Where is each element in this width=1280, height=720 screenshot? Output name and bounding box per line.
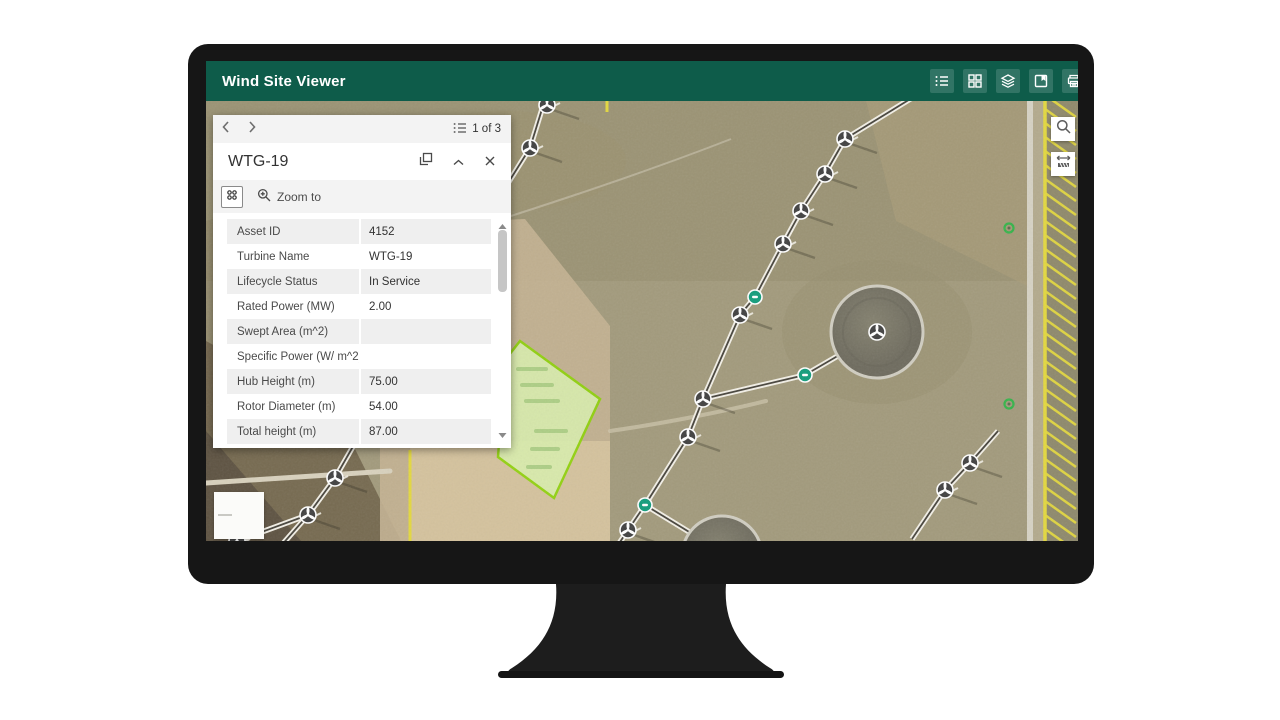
field-label: Specific Power (W/ m^2): [227, 351, 359, 363]
field-label: Asset ID: [227, 226, 359, 238]
monitor-stand: [460, 583, 820, 683]
popup-title: WTG-19: [213, 153, 288, 171]
scrollbar-thumb[interactable]: [498, 230, 507, 292]
field-value: 2.00: [359, 294, 489, 319]
search-icon: [1056, 119, 1071, 139]
field-label: Swept Area (m^2): [227, 326, 359, 338]
field-value: 87.00: [359, 419, 489, 444]
field-row: Rotor Diameter (m)54.00: [227, 394, 491, 419]
popup-titlebar: WTG-19: [213, 143, 511, 180]
attribute-table: Asset ID4152Turbine NameWTG-19Lifecycle …: [227, 219, 491, 444]
chevron-up-icon: [453, 153, 464, 171]
search-button[interactable]: [1051, 117, 1075, 141]
feature-list-icon: [453, 122, 467, 137]
print-button[interactable]: [1062, 69, 1078, 93]
field-label: Lifecycle Status: [227, 276, 359, 288]
apps-grid-button[interactable]: [963, 69, 987, 93]
layers-button[interactable]: [996, 69, 1020, 93]
field-row: Swept Area (m^2): [227, 319, 491, 344]
feature-count[interactable]: 1 of 3: [453, 122, 511, 137]
collapse-popup-button[interactable]: [449, 153, 467, 171]
field-row: Turbine NameWTG-19: [227, 244, 491, 269]
bookmark-icon: [1033, 73, 1049, 89]
close-icon: [485, 153, 495, 171]
list-icon: [934, 73, 950, 89]
zoom-to-label: Zoom to: [277, 190, 321, 204]
field-label: Total height (m): [227, 426, 359, 438]
bookmark-button[interactable]: [1029, 69, 1053, 93]
next-feature-button[interactable]: [239, 115, 265, 143]
app-header: Wind Site Viewer: [206, 61, 1078, 101]
popup-scrollbar[interactable]: [497, 217, 508, 444]
zoom-to-action[interactable]: Zoom to: [257, 188, 321, 205]
field-label: Rated Power (MW): [227, 301, 359, 313]
dock-icon: [419, 152, 433, 171]
field-row: Specific Power (W/ m^2): [227, 344, 491, 369]
field-label: Turbine Name: [227, 251, 359, 263]
zoom-to-icon: [257, 188, 271, 205]
field-row: Asset ID4152: [227, 219, 491, 244]
field-value: [359, 319, 489, 344]
feature-count-label: 1 of 3: [472, 123, 501, 135]
field-value: 75.00: [359, 369, 489, 394]
field-value: 4152: [359, 219, 489, 244]
field-value: [359, 344, 489, 369]
chevron-right-icon: [248, 120, 256, 138]
print-icon: [1066, 73, 1078, 89]
field-value: 54.00: [359, 394, 489, 419]
measure-button[interactable]: [1051, 152, 1075, 176]
measure-icon: [1056, 154, 1071, 174]
popup-body: Asset ID4152Turbine NameWTG-19Lifecycle …: [213, 213, 511, 448]
dock-popup-button[interactable]: [417, 153, 435, 171]
dot-grid-icon: [226, 188, 238, 206]
grid-icon: [967, 73, 983, 89]
close-popup-button[interactable]: [481, 153, 499, 171]
field-label: Hub Height (m): [227, 376, 359, 388]
app-screen: Wind Site Viewer: [206, 61, 1078, 541]
header-toolbar: [930, 69, 1078, 93]
previous-feature-button[interactable]: [213, 115, 239, 143]
popup-pagination-bar: 1 of 3: [213, 115, 511, 143]
layers-icon: [1000, 73, 1016, 89]
chevron-left-icon: [222, 120, 230, 138]
field-row: Rated Power (MW)2.00: [227, 294, 491, 319]
field-value: WTG-19: [359, 244, 489, 269]
legend-list-button[interactable]: [930, 69, 954, 93]
feature-popup: 1 of 3 WTG-19 Zoo: [213, 115, 511, 448]
field-row: Lifecycle StatusIn Service: [227, 269, 491, 294]
field-row: Hub Height (m)75.00: [227, 369, 491, 394]
popup-actionbar: Zoom to: [213, 180, 511, 213]
app-title: Wind Site Viewer: [206, 73, 346, 90]
mini-panel[interactable]: [214, 492, 264, 539]
scroll-down-arrow-icon[interactable]: [498, 426, 507, 444]
field-value: In Service: [359, 269, 489, 294]
field-label: Rotor Diameter (m): [227, 401, 359, 413]
popup-actions-menu-button[interactable]: [221, 186, 243, 208]
field-row: Total height (m)87.00: [227, 419, 491, 444]
